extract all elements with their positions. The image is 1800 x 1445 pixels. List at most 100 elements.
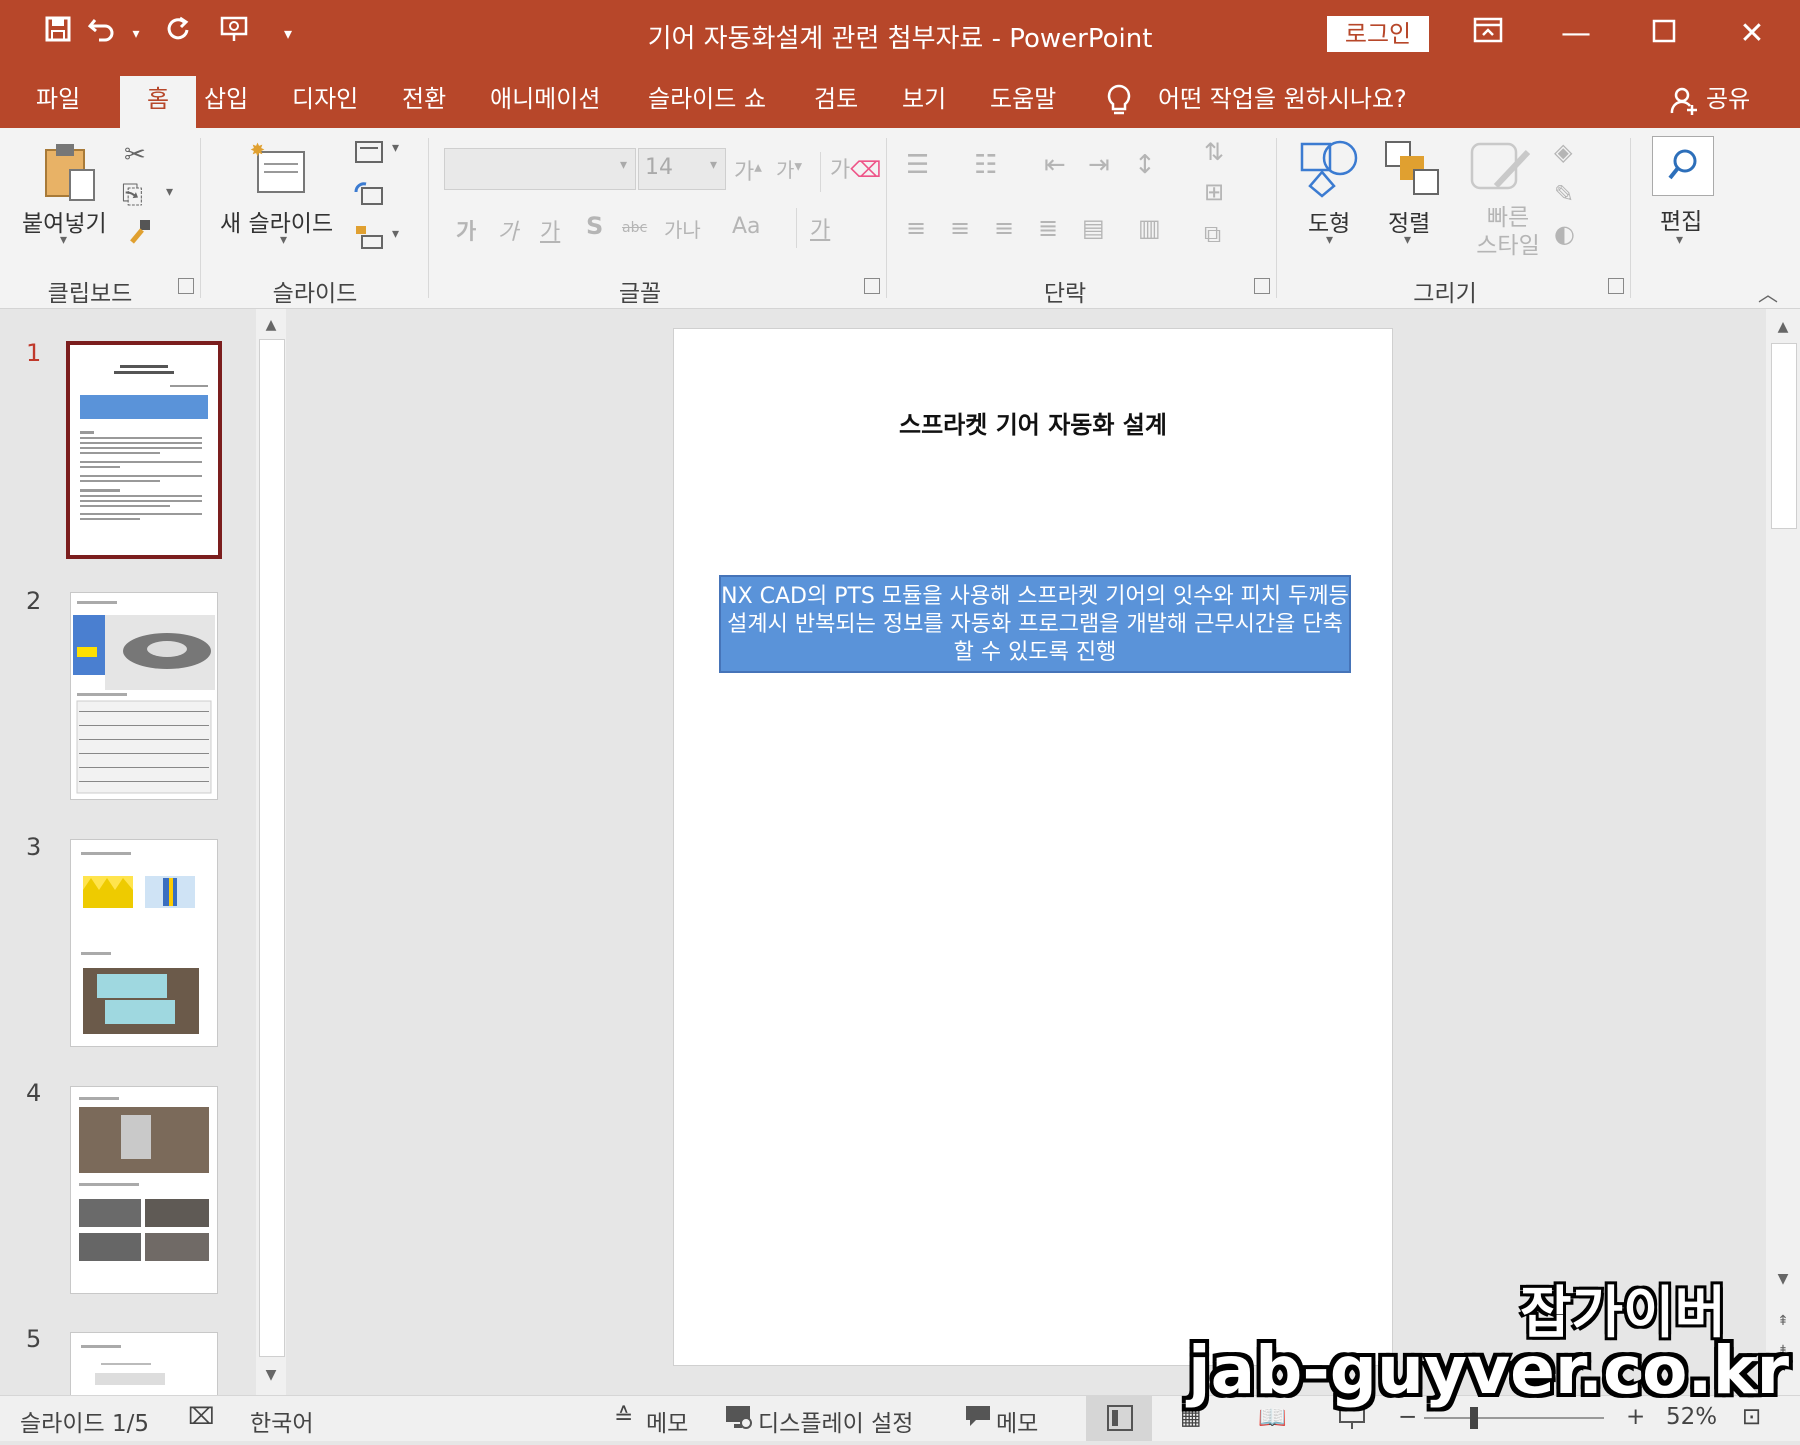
align-center-icon[interactable]: ≡ (950, 214, 970, 242)
clipboard-launcher-icon[interactable] (178, 278, 194, 294)
language-indicator[interactable]: 한국어 (250, 1404, 313, 1438)
tab-file[interactable]: 파일 (28, 82, 88, 128)
char-spacing-icon[interactable]: 가나 (664, 214, 701, 243)
slide-scrollbar[interactable]: ▲ ▼ ⇞ ⇟ (1766, 309, 1800, 1395)
align-right-icon[interactable]: ≡ (994, 214, 1014, 242)
tab-help[interactable]: 도움말 (982, 82, 1064, 128)
notes-button[interactable]: 메모 (646, 1404, 688, 1438)
editing-dropdown-icon[interactable]: ▾ (1676, 232, 1683, 248)
tab-animations[interactable]: 애니메이션 (482, 82, 608, 128)
underline-icon[interactable]: 가 (540, 214, 560, 246)
align-left-icon[interactable]: ≡ (906, 214, 926, 242)
slide-thumbnail-5[interactable] (70, 1332, 218, 1395)
layout-icon[interactable] (354, 140, 384, 171)
spell-check-icon[interactable]: ⌧ (188, 1404, 215, 1430)
paste-icon[interactable] (40, 140, 100, 208)
increase-indent-icon[interactable]: ⇥ (1088, 150, 1110, 180)
display-settings-button[interactable]: 디스플레이 설정 (758, 1404, 913, 1438)
login-button[interactable]: 로그인 (1327, 16, 1429, 52)
shape-outline-icon[interactable]: ✎ (1554, 180, 1574, 208)
tab-home[interactable]: 홈 (120, 76, 196, 128)
zoom-slider-handle[interactable] (1470, 1407, 1478, 1429)
bullets-icon[interactable]: ☰ (906, 150, 929, 180)
clear-format-icon[interactable]: 가⌫ (830, 152, 881, 184)
notes-icon[interactable]: ≙ (614, 1404, 633, 1430)
font-size-box[interactable]: 14 ▾ (638, 148, 726, 190)
slide-thumbnail-2[interactable] (70, 592, 218, 800)
tab-insert[interactable]: 삽입 (196, 82, 256, 128)
scroll-down-icon[interactable]: ▼ (259, 1363, 283, 1387)
new-slide-icon[interactable]: ✸ (250, 140, 310, 204)
tab-view[interactable]: 보기 (894, 82, 954, 128)
shape-effects-icon[interactable]: ◐ (1554, 220, 1575, 248)
strikethrough-icon[interactable]: abc (622, 220, 647, 236)
slide-title[interactable]: 스프라켓 기어 자동화 설계 (674, 405, 1392, 440)
copy-icon[interactable]: ⎘ (122, 180, 143, 211)
shapes-icon[interactable] (1300, 138, 1362, 202)
quick-styles-label[interactable]: 빠른 스타일 (1476, 204, 1540, 260)
bold-icon[interactable]: 가 (456, 214, 476, 246)
editing-label[interactable]: 편집 (1660, 202, 1702, 236)
shrink-font-icon[interactable]: 가▼ (776, 154, 802, 183)
decrease-indent-icon[interactable]: ⇤ (1044, 150, 1066, 180)
section-icon[interactable] (354, 224, 384, 257)
slide-thumbnail-4[interactable] (70, 1086, 218, 1294)
paste-dropdown-icon[interactable]: ▾ (60, 232, 67, 248)
scroll-thumb[interactable] (1771, 343, 1797, 529)
distributed-icon[interactable]: ▤ (1082, 214, 1105, 242)
current-slide[interactable]: 스프라켓 기어 자동화 설계 NX CAD의 PTS 모듈을 사용해 스프라켓 … (673, 328, 1393, 1366)
layout-dropdown-icon[interactable]: ▾ (392, 140, 399, 156)
format-painter-icon[interactable] (128, 218, 154, 253)
grow-font-icon[interactable]: 가▲ (734, 154, 762, 186)
scroll-up-icon[interactable]: ▲ (259, 313, 283, 337)
display-settings-icon[interactable] (724, 1404, 754, 1436)
font-launcher-icon[interactable] (864, 278, 880, 294)
copy-dropdown-icon[interactable]: ▾ (166, 184, 173, 200)
slide-thumbnail-3[interactable] (70, 839, 218, 1047)
scroll-thumb[interactable] (259, 339, 285, 1357)
reset-icon[interactable] (354, 182, 384, 215)
comments-button[interactable]: 메모 (996, 1404, 1038, 1438)
slide-counter[interactable]: 슬라이드 1/5 (20, 1404, 149, 1438)
text-direction-icon[interactable]: ⇅ (1204, 138, 1224, 166)
justify-icon[interactable]: ≣ (1038, 214, 1058, 242)
tell-me-box[interactable]: 어떤 작업을 원하시나요? (1158, 82, 1407, 116)
change-case-icon[interactable]: Aa (732, 214, 761, 239)
drawing-launcher-icon[interactable] (1608, 278, 1624, 294)
font-color-icon[interactable]: 가 (810, 212, 830, 244)
zoom-slider[interactable] (1424, 1417, 1604, 1419)
close-icon[interactable]: ✕ (1722, 10, 1782, 58)
comments-icon[interactable] (964, 1404, 992, 1434)
previous-slide-icon[interactable]: ⇞ (1771, 1309, 1795, 1333)
arrange-dropdown-icon[interactable]: ▾ (1404, 232, 1411, 248)
share-button[interactable]: 공유 (1706, 82, 1750, 116)
shape-fill-icon[interactable]: ◈ (1554, 138, 1572, 166)
normal-view-button[interactable] (1086, 1396, 1152, 1441)
paragraph-launcher-icon[interactable] (1254, 278, 1270, 294)
maximize-icon[interactable] (1634, 10, 1694, 58)
slide-thumbnail-pane[interactable]: 1 2 3 4 5 ▲ ▼ (0, 309, 290, 1395)
slide-text-box[interactable]: NX CAD의 PTS 모듈을 사용해 스프라켓 기어의 잇수와 피치 두께등 … (719, 575, 1351, 673)
shadow-icon[interactable]: S (586, 212, 603, 240)
ribbon-display-icon[interactable] (1458, 10, 1518, 58)
smartart-icon[interactable]: ⧉ (1204, 220, 1221, 248)
scroll-up-icon[interactable]: ▲ (1771, 315, 1795, 339)
shapes-dropdown-icon[interactable]: ▾ (1326, 232, 1333, 248)
numbering-icon[interactable]: ☷ (974, 150, 997, 180)
arrange-icon[interactable] (1384, 140, 1440, 200)
font-name-box[interactable]: ▾ (444, 148, 636, 190)
italic-icon[interactable]: 가 (498, 214, 518, 246)
line-spacing-icon[interactable]: ↕ (1134, 150, 1156, 180)
new-slide-dropdown-icon[interactable]: ▾ (280, 232, 287, 248)
slide-thumbnail-1[interactable] (66, 341, 222, 559)
quick-styles-icon[interactable] (1470, 142, 1531, 206)
section-dropdown-icon[interactable]: ▾ (392, 226, 399, 242)
cut-icon[interactable]: ✂ (124, 140, 146, 170)
align-text-icon[interactable]: ⊞ (1204, 178, 1224, 206)
tab-transitions[interactable]: 전환 (394, 82, 454, 128)
columns-icon[interactable]: ▥ (1138, 214, 1161, 242)
collapse-ribbon-icon[interactable]: ︿ (1758, 278, 1778, 307)
find-icon[interactable] (1652, 136, 1714, 196)
tab-slideshow[interactable]: 슬라이드 쇼 (640, 82, 774, 128)
thumbnail-scrollbar[interactable]: ▲ ▼ (256, 309, 286, 1395)
